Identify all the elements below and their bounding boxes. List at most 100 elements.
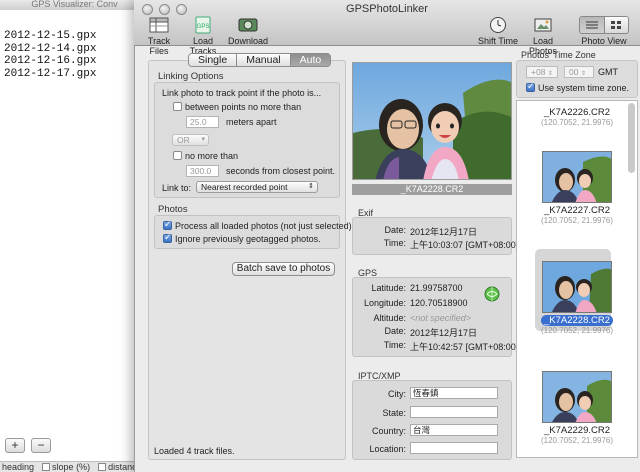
city-field[interactable]: 恆春鎮 — [410, 387, 498, 399]
exif-date-label: Date: — [384, 225, 406, 235]
gmt-label: GMT — [598, 67, 618, 77]
grid-view-segment[interactable] — [603, 17, 628, 33]
table-icon — [148, 16, 170, 34]
location-label: Location: — [369, 444, 406, 454]
clock-icon — [487, 16, 509, 34]
seconds-field[interactable]: 300.0 — [186, 165, 219, 177]
stepper-arrows-icon: ⇕ — [547, 71, 553, 77]
state-field[interactable] — [410, 406, 498, 418]
link-to-popup[interactable]: Nearest recorded point ⇕ — [196, 181, 318, 193]
globe-icon[interactable] — [484, 286, 500, 302]
download-icon — [237, 16, 259, 34]
thumbnail-name: _K7A2229.CR2 — [543, 425, 611, 436]
photos-title: Photos — [158, 204, 188, 215]
mode-segmented-control[interactable]: Single Manual Auto — [188, 53, 332, 67]
thumbnail-coords: (120.7052, 21.9976) — [540, 436, 614, 445]
status-text: Loaded 4 track files. — [154, 446, 235, 456]
thumbnail-image[interactable] — [542, 151, 612, 203]
thumbnail-name: _K7A2226.CR2 — [543, 107, 611, 118]
longitude-label: Longitude: — [363, 298, 406, 308]
process-all-checkbox[interactable] — [163, 219, 172, 230]
linking-options-title: Linking Options — [158, 71, 224, 82]
country-field[interactable]: 台灣 — [410, 424, 498, 436]
main-photo[interactable] — [352, 62, 512, 180]
thumbnail-image[interactable] — [542, 261, 612, 313]
gps-file-icon: GPS — [192, 16, 214, 34]
remove-file-button[interactable]: − — [31, 438, 51, 453]
thumbnail-name: _K7A2227.CR2 — [543, 205, 611, 216]
exif-time-label: Time: — [383, 238, 406, 248]
list-item[interactable]: 2012-12-14.gpx — [4, 43, 136, 56]
add-file-button[interactable]: + — [5, 438, 25, 453]
altitude-value: <not specified> — [410, 313, 472, 323]
link-to-label: Link to: — [162, 183, 192, 193]
state-label: State: — [382, 408, 406, 418]
thumbnail-item[interactable]: _K7A2229.CR2 (120.7052, 21.9976) — [517, 371, 637, 445]
mode-manual-segment[interactable]: Manual — [236, 54, 290, 66]
list-item[interactable]: 2012-12-15.gpx — [4, 30, 136, 43]
thumbnail-coords: (120.7052, 21.9976) — [540, 118, 614, 127]
timezone-minutes-stepper[interactable]: 00 ⇕ — [564, 66, 594, 78]
track-files-button[interactable]: Track Files — [138, 16, 180, 56]
photo-load-icon — [532, 16, 554, 34]
thumbnail-item[interactable]: _K7A2226.CR2 (120.7052, 21.9976) — [517, 105, 637, 127]
list-item[interactable]: 2012-12-16.gpx — [4, 55, 136, 68]
slope-option[interactable]: slope (%) — [42, 462, 90, 472]
titlebar: GPSPhotoLinker Track Files GPS Load Trac… — [134, 0, 640, 56]
latitude-value: 21.99758700 — [410, 283, 463, 293]
thumbnail-image[interactable] — [542, 371, 612, 423]
country-label: Country: — [371, 426, 406, 436]
distance-checkbox[interactable] — [98, 463, 107, 471]
gpx-file-list[interactable]: 2012-12-15.gpx 2012-12-14.gpx 2012-12-16… — [4, 30, 136, 80]
city-label: City: — [388, 389, 406, 399]
svg-text:GPS: GPS — [197, 24, 210, 30]
thumbnail-item[interactable]: _K7A2227.CR2 (120.7052, 21.9976) — [517, 151, 637, 225]
shift-time-button[interactable]: Shift Time — [478, 16, 518, 46]
latitude-label: Latitude: — [371, 283, 406, 293]
use-system-tz-checkbox[interactable] — [526, 81, 535, 92]
heading-option[interactable]: heading — [2, 462, 34, 472]
load-tracks-button[interactable]: GPS Load Tracks — [180, 16, 226, 56]
linking-intro-text: Link photo to track point if the photo i… — [162, 88, 322, 98]
batch-save-button[interactable]: Batch save to photos — [232, 262, 335, 276]
use-system-tz-label: Use system time zone. — [538, 83, 630, 93]
ignore-geotagged-label: Ignore previously geotagged photos. — [175, 234, 321, 244]
thumbnail-name: _K7A2228.CR2 — [517, 315, 637, 326]
thumbnail-strip[interactable]: _K7A2226.CR2 (120.7052, 21.9976) _K7A222… — [516, 100, 638, 458]
location-field[interactable] — [410, 442, 498, 454]
meters-apart-field[interactable]: 25.0 — [186, 116, 219, 128]
background-window: GPS Visualizer: Conv 2012-12-15.gpx 2012… — [0, 0, 640, 472]
mode-auto-segment[interactable]: Auto — [289, 54, 331, 66]
exif-date-value: 2012年12月17日 — [410, 227, 478, 237]
stepper-arrows-icon: ⇕ — [580, 71, 586, 77]
gps-date-label: Date: — [384, 326, 406, 336]
background-window-title: GPS Visualizer: Conv — [0, 0, 139, 10]
download-button[interactable]: Download — [226, 16, 270, 46]
slope-checkbox[interactable] — [42, 463, 51, 471]
view-switch-icon[interactable] — [579, 16, 629, 34]
timezone-hours-stepper[interactable]: +08 ⇕ — [526, 66, 558, 78]
between-points-label: between points no more than — [185, 102, 302, 112]
gps-date-value: 2012年12月17日 — [410, 328, 478, 338]
thumbnail-coords: (120.7052, 21.9976) — [540, 216, 614, 225]
chevron-updown-icon: ⇕ — [308, 183, 314, 190]
gps-time-value: 上午10:42:57 [GMT+08:00] — [410, 342, 519, 352]
between-points-checkbox[interactable] — [173, 102, 182, 111]
timezone-title: Photos' Time Zone — [521, 50, 596, 60]
logic-popup[interactable]: OR ▾ — [172, 134, 209, 146]
photo-view-control[interactable]: Photo View — [576, 16, 632, 46]
download-label: Download — [227, 36, 269, 46]
gps-time-label: Time: — [383, 340, 406, 350]
photo-view-label: Photo View — [581, 36, 627, 46]
ignore-geotagged-checkbox[interactable] — [163, 232, 172, 243]
no-more-than-checkbox[interactable] — [173, 151, 182, 160]
main-photo-caption: _K7A2228.CR2 — [352, 184, 512, 195]
list-view-segment[interactable] — [580, 17, 604, 33]
thumbnail-coords: (120.7052, 21.9976) — [540, 326, 614, 335]
shift-time-label: Shift Time — [478, 36, 519, 46]
list-item[interactable]: 2012-12-17.gpx — [4, 68, 136, 81]
thumbnail-item-selected[interactable]: _K7A2228.CR2 (120.7052, 21.9976) — [517, 261, 637, 335]
mode-single-segment[interactable]: Single — [189, 54, 237, 66]
meters-apart-label: meters apart — [226, 117, 277, 127]
track-files-label: Track Files — [147, 36, 171, 56]
